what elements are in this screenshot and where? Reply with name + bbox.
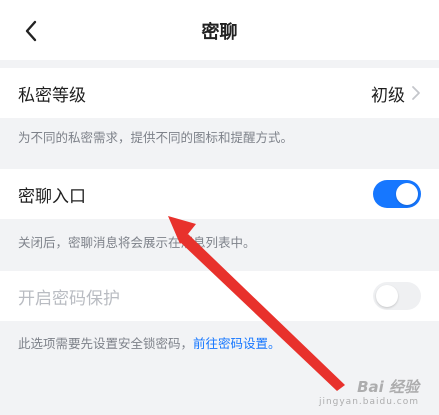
secret-chat-entry-label: 密聊入口 bbox=[18, 186, 86, 207]
toggle-knob bbox=[376, 285, 398, 307]
watermark-sub: jingyan.baidu.com bbox=[318, 397, 419, 407]
secret-chat-entry-right bbox=[373, 180, 421, 208]
password-protection-description-line: 此选项需要先设置安全锁密码，前往密码设置。 bbox=[18, 333, 421, 352]
password-protection-label: 开启密码保护 bbox=[18, 288, 120, 309]
chevron-right-icon bbox=[412, 86, 420, 100]
privacy-level-row[interactable]: 私密等级 初级 bbox=[0, 68, 439, 118]
nav-bar: 密聊 bbox=[0, 0, 439, 60]
password-protection-right bbox=[373, 282, 421, 310]
privacy-level-description: 为不同的私密需求，提供不同的图标和提醒方式。 bbox=[18, 130, 294, 145]
secret-chat-entry-description: 关闭后，密聊消息将会展示在消息列表中。 bbox=[18, 235, 256, 250]
password-protection-row: 开启密码保护 bbox=[0, 271, 439, 321]
password-settings-link[interactable]: 前往密码设置。 bbox=[193, 336, 281, 351]
password-protection-description: 此选项需要先设置安全锁密码， bbox=[18, 336, 194, 351]
secret-chat-entry-toggle[interactable] bbox=[373, 180, 421, 208]
privacy-level-value: 初级 bbox=[371, 85, 405, 106]
password-protection-toggle[interactable] bbox=[373, 282, 421, 310]
privacy-level-label: 私密等级 bbox=[18, 85, 86, 106]
secret-chat-entry-row: 密聊入口 bbox=[0, 169, 439, 219]
watermark: Bai 经验 jingyan.baidu.com bbox=[319, 376, 419, 407]
watermark-main: Bai 经验 bbox=[357, 378, 419, 396]
privacy-level-right: 初级 bbox=[371, 81, 421, 106]
page-title: 密聊 bbox=[201, 22, 238, 43]
toggle-knob bbox=[396, 183, 418, 205]
